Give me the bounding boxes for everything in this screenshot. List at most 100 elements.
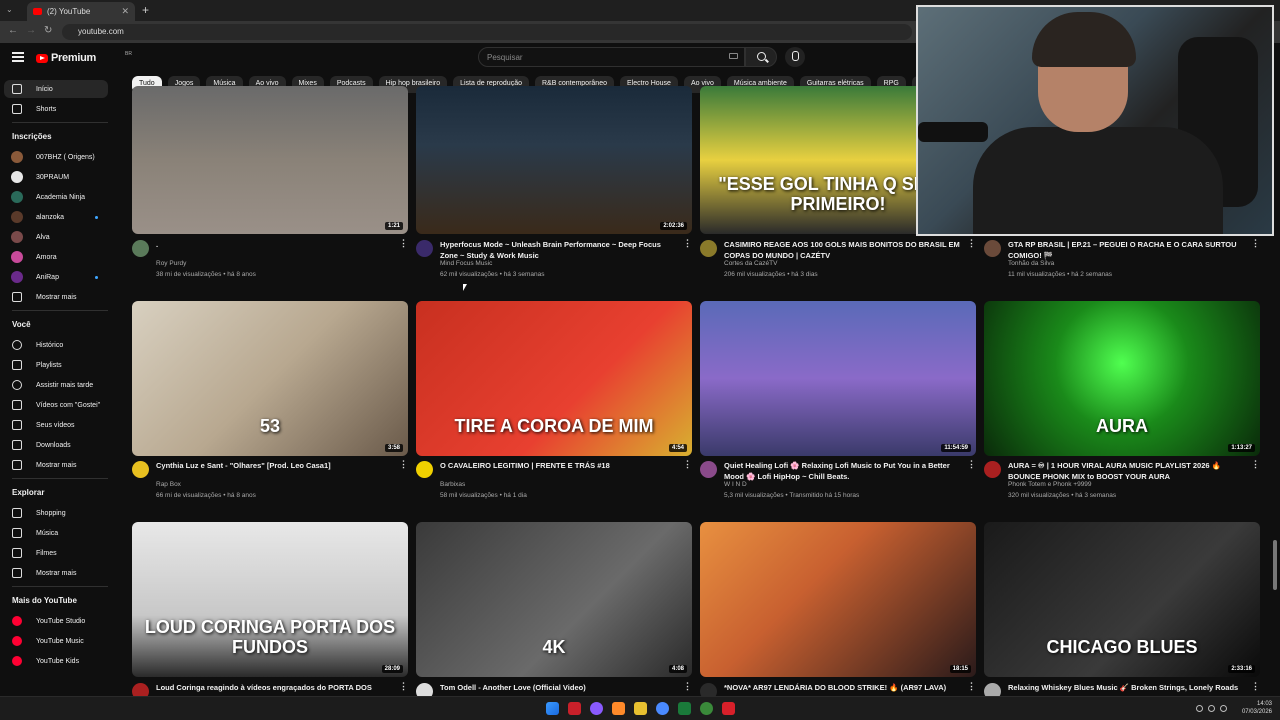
sidebar-item-assistir-mais-tarde[interactable]: Assistir mais tarde	[4, 376, 108, 394]
video-card[interactable]: 18:15 *NOVA* AR97 LENDÁRIA DO BLOOD STRIK…	[700, 522, 976, 700]
app-green-icon[interactable]	[700, 702, 713, 715]
sidebar-item-in-cio[interactable]: Início	[4, 80, 108, 98]
channel-name[interactable]: Barbixas	[440, 481, 465, 488]
explore-heading[interactable]: Explorar	[12, 488, 44, 497]
voice-search-button[interactable]	[785, 47, 805, 67]
sidebar-item-hist-rico[interactable]: Histórico	[4, 336, 108, 354]
video-card[interactable]: AURA 1:13:27 AURA = ♾ | 1 HOUR VIRAL AURA …	[984, 301, 1260, 501]
video-thumbnail[interactable]: TIRE A COROA DE MIM 4:54	[416, 301, 692, 456]
windows-start-icon[interactable]	[546, 702, 559, 715]
back-icon[interactable]: ←	[8, 25, 18, 36]
video-thumbnail[interactable]: 53 3:58	[132, 301, 408, 456]
network-tray-icon[interactable]	[1208, 705, 1215, 712]
close-tab-icon[interactable]: ✕	[121, 6, 129, 17]
sidebar-item-mostrar-mais[interactable]: Mostrar mais	[4, 564, 108, 582]
video-thumbnail[interactable]: 18:15	[700, 522, 976, 677]
video-title[interactable]: Quiet Healing Lofi 🌸 Relaxing Lofi Music…	[724, 460, 960, 482]
channel-name[interactable]: Rap Box	[156, 481, 181, 488]
more-actions-icon[interactable]: ⋮	[967, 681, 976, 692]
channel-name[interactable]: W I N D	[724, 481, 747, 488]
menu-icon[interactable]	[12, 52, 24, 62]
sidebar-item-mostrar-mais[interactable]: Mostrar mais	[4, 288, 108, 306]
sidebar-item-amora[interactable]: Amora	[4, 248, 108, 266]
sidebar-item-academia-ninja[interactable]: Academia Ninja	[4, 188, 108, 206]
scrollbar[interactable]	[1273, 540, 1277, 590]
channel-avatar[interactable]	[132, 461, 149, 478]
folder-icon[interactable]	[634, 702, 647, 715]
channel-name[interactable]: Mind Focus Music	[440, 260, 492, 267]
more-actions-icon[interactable]: ⋮	[683, 238, 692, 249]
video-title[interactable]: O CAVALEIRO LEGITIMO | FRENTE E TRÁS #18	[440, 460, 676, 471]
channel-avatar[interactable]	[416, 240, 433, 257]
video-card[interactable]: 11:54:59 Quiet Healing Lofi 🌸 Relaxing Lo…	[700, 301, 976, 501]
sidebar-item-playlists[interactable]: Playlists	[4, 356, 108, 374]
sidebar-item-m-sica[interactable]: Música	[4, 524, 108, 542]
video-card[interactable]: 53 3:58 Cynthia Luz e Sant - "Olhares" [Pr…	[132, 301, 408, 501]
sidebar-item-alanzoka[interactable]: alanzoka	[4, 208, 108, 226]
video-card[interactable]: 1:21. Roy Purdy 38 mi de visualizações • h…	[132, 86, 408, 286]
channel-avatar[interactable]	[132, 240, 149, 257]
more-actions-icon[interactable]: ⋮	[683, 459, 692, 470]
forward-icon[interactable]: →	[26, 25, 36, 36]
reload-icon[interactable]: ↻	[44, 25, 52, 36]
video-title[interactable]: AURA = ♾ | 1 HOUR VIRAL AURA MUSIC PLAYL…	[1008, 460, 1244, 482]
browser-tab[interactable]: (2) YouTube ✕	[27, 2, 135, 21]
sidebar-item-downloads[interactable]: Downloads	[4, 436, 108, 454]
photos-icon[interactable]	[612, 702, 625, 715]
subscriptions-heading[interactable]: Inscrições	[12, 132, 52, 141]
excel-icon[interactable]	[678, 702, 691, 715]
app-a-icon[interactable]	[568, 702, 581, 715]
video-thumbnail[interactable]: 1:21	[132, 86, 408, 234]
video-thumbnail[interactable]: AURA 1:13:27	[984, 301, 1260, 456]
search-input[interactable]: Pesquisar	[478, 47, 745, 67]
more-actions-icon[interactable]: ⋮	[1251, 681, 1260, 692]
video-thumbnail[interactable]: LOUD CORINGA PORTA DOS FUNDOS 28:09	[132, 522, 408, 677]
video-title[interactable]: GTA RP BRASIL | EP.21 – PEGUEI O RACHA E…	[1008, 239, 1244, 261]
more-actions-icon[interactable]: ⋮	[683, 681, 692, 692]
video-thumbnail[interactable]: 11:54:59	[700, 301, 976, 456]
channel-avatar[interactable]	[984, 461, 1001, 478]
channel-name[interactable]: Phonk Totem e Phonk +9999	[1008, 481, 1092, 488]
volume-tray-icon[interactable]	[1220, 705, 1227, 712]
sidebar-item-v-deos-com-gostei-[interactable]: Vídeos com "Gostei"	[4, 396, 108, 414]
new-tab-icon[interactable]: +	[142, 3, 149, 17]
tab-search-icon[interactable]: ⌄	[6, 5, 13, 14]
keyboard-icon[interactable]	[729, 53, 738, 59]
sidebar-item-shorts[interactable]: Shorts	[4, 100, 108, 118]
sidebar-item-youtube-kids[interactable]: YouTube Kids	[4, 652, 108, 670]
channel-avatar[interactable]	[984, 240, 1001, 257]
channel-name[interactable]: Roy Purdy	[156, 260, 186, 267]
sidebar-item-alva[interactable]: Alva	[4, 228, 108, 246]
video-card[interactable]: CHICAGO BLUES 2:33:16 Relaxing Whiskey Blu…	[984, 522, 1260, 703]
video-title[interactable]: Tom Odell - Another Love (Official Video…	[440, 682, 676, 693]
chrome-icon[interactable]	[656, 702, 669, 715]
sidebar-item-youtube-music[interactable]: YouTube Music	[4, 632, 108, 650]
video-title[interactable]: Hyperfocus Mode ~ Unleash Brain Performa…	[440, 239, 676, 261]
video-title[interactable]: .	[156, 239, 392, 250]
sidebar-item-youtube-studio[interactable]: YouTube Studio	[4, 612, 108, 630]
mic-tray-icon[interactable]	[1196, 705, 1203, 712]
more-actions-icon[interactable]: ⋮	[967, 459, 976, 470]
recorder-icon[interactable]	[722, 702, 735, 715]
sidebar-item-filmes[interactable]: Filmes	[4, 544, 108, 562]
more-actions-icon[interactable]: ⋮	[967, 238, 976, 249]
more-actions-icon[interactable]: ⋮	[399, 459, 408, 470]
discord-icon[interactable]	[590, 702, 603, 715]
sidebar-item-seus-v-deos[interactable]: Seus vídeos	[4, 416, 108, 434]
video-thumbnail[interactable]: CHICAGO BLUES 2:33:16	[984, 522, 1260, 677]
more-actions-icon[interactable]: ⋮	[399, 681, 408, 692]
channel-name[interactable]: Tonhão da Silva	[1008, 260, 1054, 267]
more-actions-icon[interactable]: ⋮	[399, 238, 408, 249]
video-thumbnail[interactable]: 4K 4:08	[416, 522, 692, 677]
video-title[interactable]: CASIMIRO REAGE AOS 100 GOLS MAIS BONITOS…	[724, 239, 960, 261]
video-card[interactable]: 2:02:36 Hyperfocus Mode ~ Unleash Brain P…	[416, 86, 692, 286]
channel-avatar[interactable]	[700, 461, 717, 478]
sidebar-item-007bhz-origens-[interactable]: 007BHZ ( Origens)	[4, 148, 108, 166]
channel-name[interactable]: Cortes da CazéTV	[724, 260, 777, 267]
more-actions-icon[interactable]: ⋮	[1251, 238, 1260, 249]
video-title[interactable]: *NOVA* AR97 LENDÁRIA DO BLOOD STRIKE! 🔥 …	[724, 682, 960, 693]
search-button[interactable]	[745, 47, 777, 67]
sidebar-item-mostrar-mais[interactable]: Mostrar mais	[4, 456, 108, 474]
url-field[interactable]: youtube.com	[62, 24, 912, 40]
channel-avatar[interactable]	[416, 461, 433, 478]
